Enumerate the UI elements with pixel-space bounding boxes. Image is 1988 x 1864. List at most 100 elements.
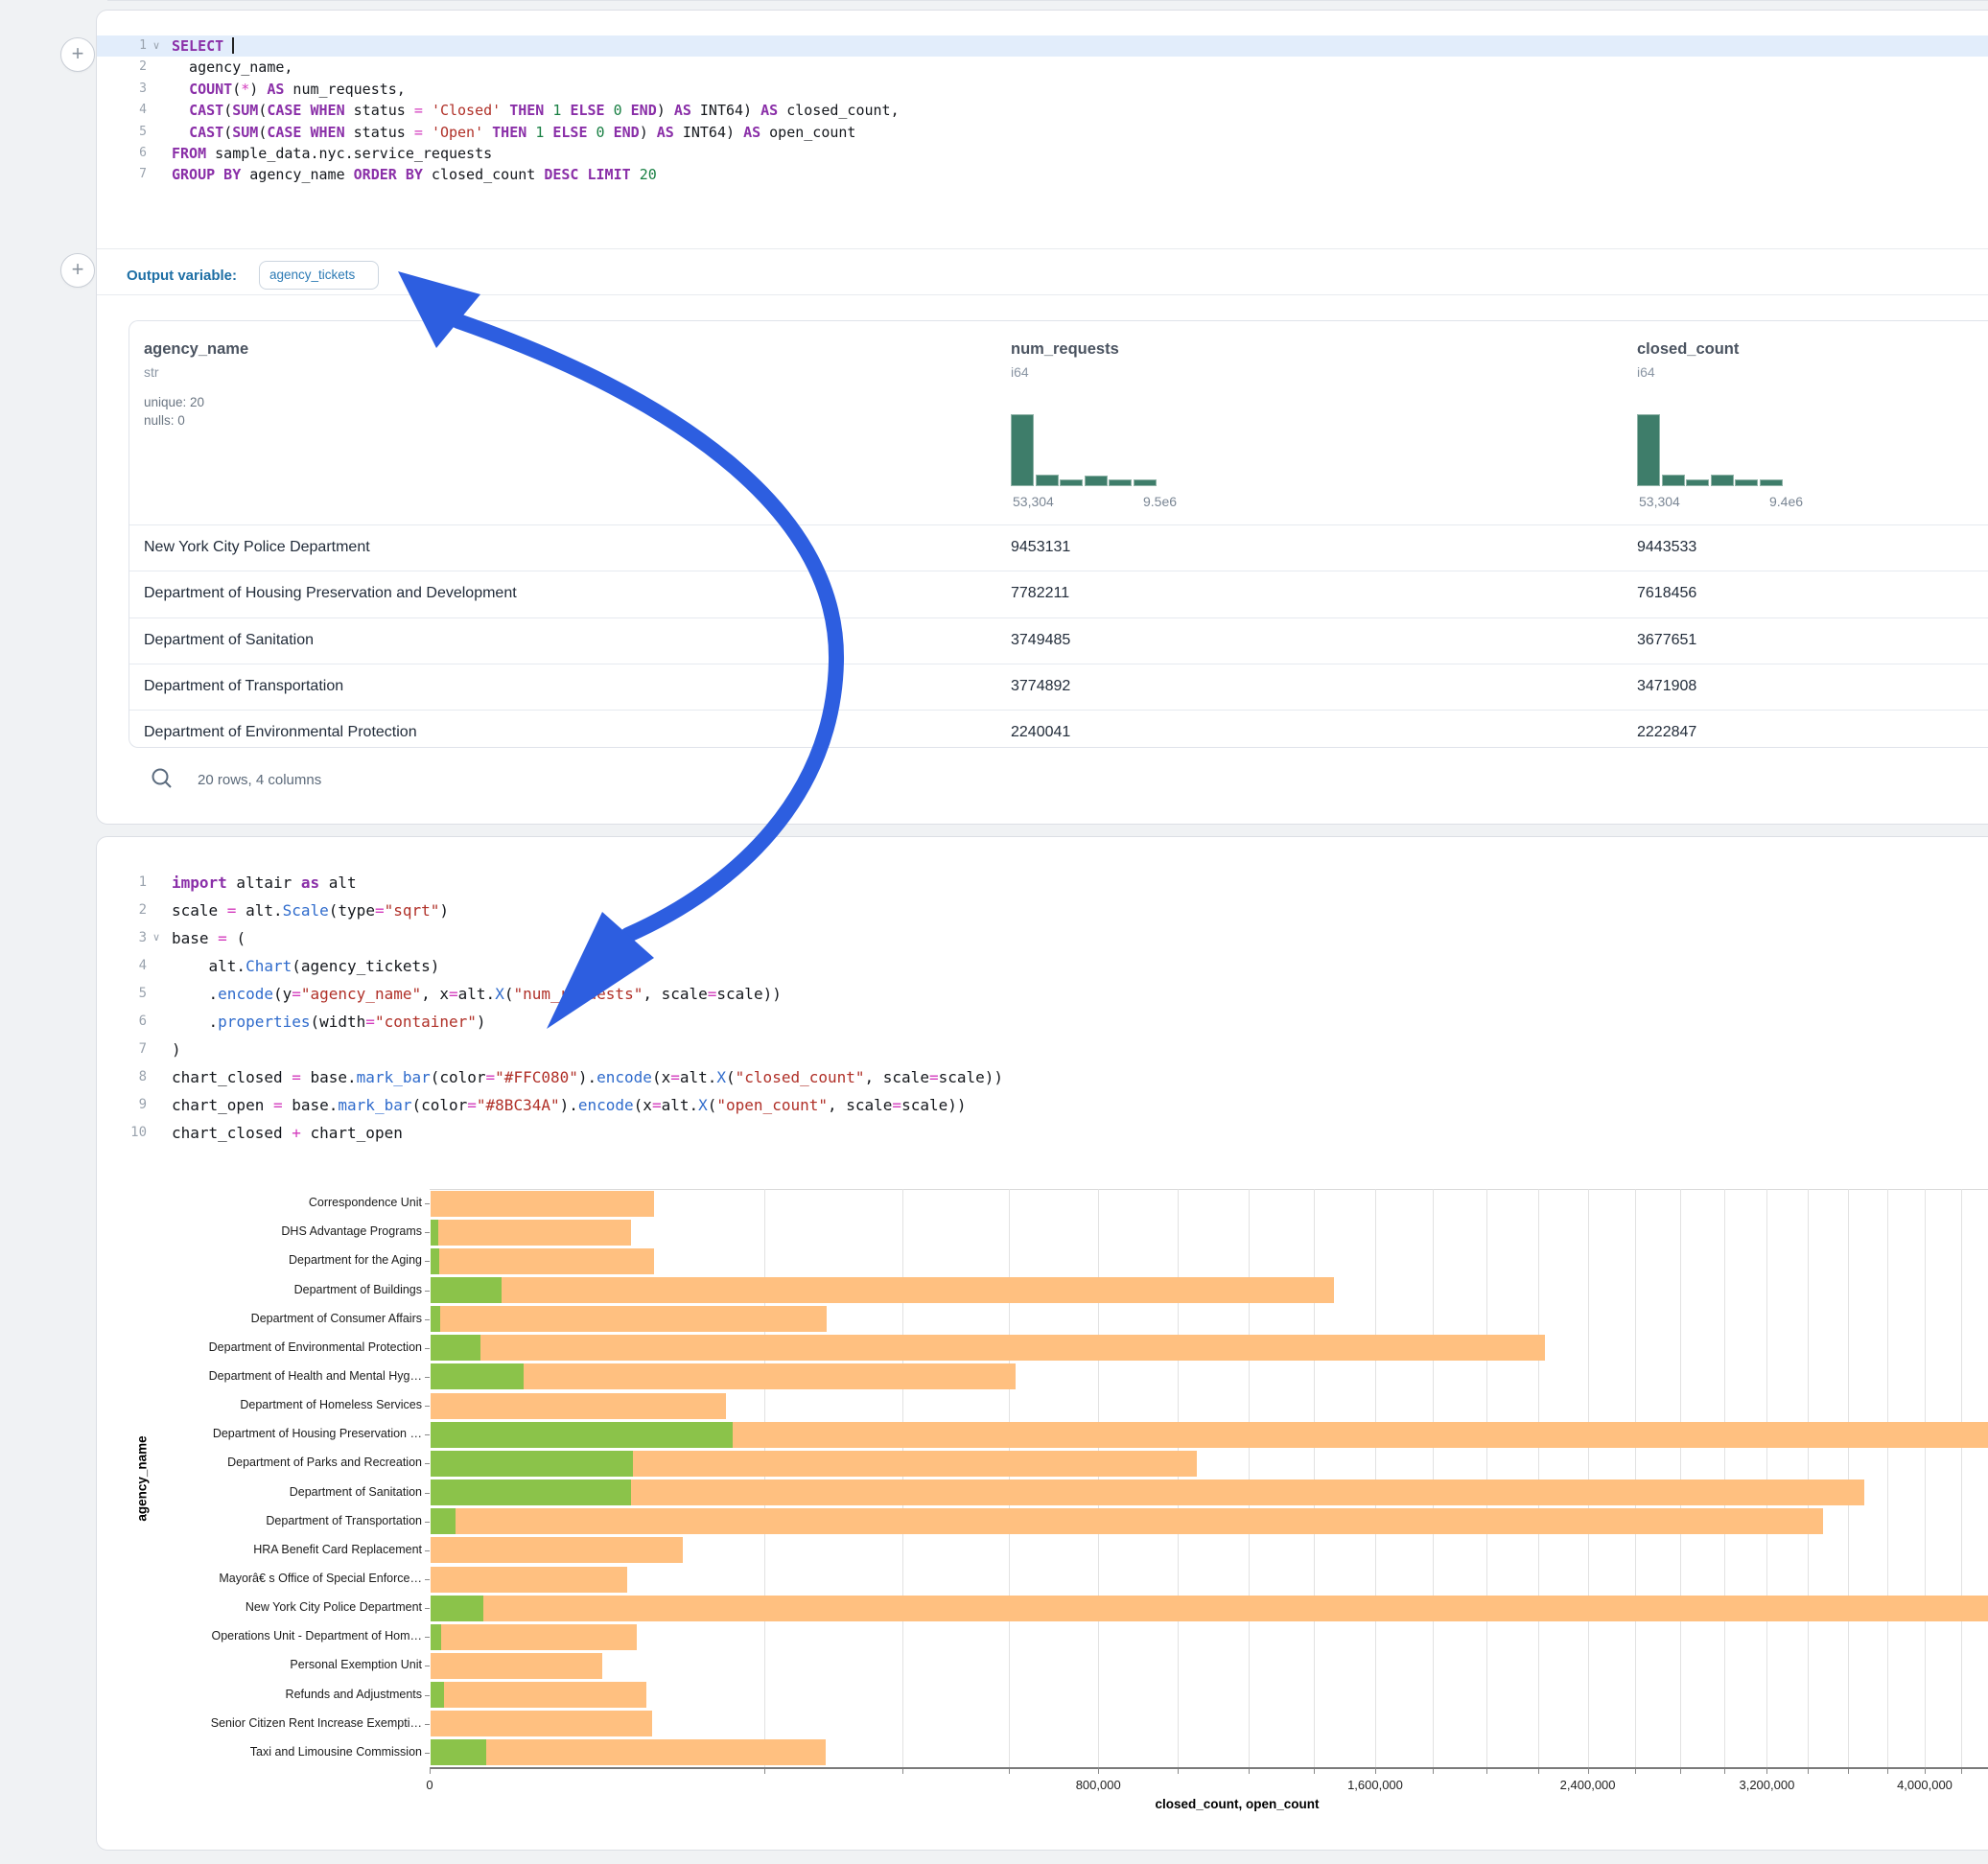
add-cell-button-top[interactable]: + <box>60 37 95 72</box>
collapse-chevron-icon[interactable]: ∨ <box>152 35 160 57</box>
code-token: COUNT <box>189 81 232 98</box>
column-header[interactable]: closed_counti64 <box>1637 340 1739 380</box>
code-line[interactable]: 9chart_open = base.mark_bar(color="#8BC3… <box>97 1091 1988 1119</box>
column-header[interactable]: agency_namestrunique: 20nulls: 0 <box>144 340 248 428</box>
code-token <box>622 102 631 119</box>
code-token <box>631 166 640 183</box>
code-text: chart_open = base.mark_bar(color="#8BC34… <box>172 1091 967 1119</box>
code-line[interactable]: 2 agency_name, <box>97 57 1988 78</box>
code-token: = <box>467 1096 477 1114</box>
column-header[interactable]: num_requestsi64 <box>1011 340 1119 380</box>
histogram-min-label: 53,304 <box>1639 494 1680 509</box>
search-icon[interactable] <box>150 766 175 791</box>
code-token: = <box>365 1013 375 1031</box>
code-line[interactable]: 6FROM sample_data.nyc.service_requests <box>97 143 1988 164</box>
code-token: alt. <box>458 985 496 1003</box>
divider <box>97 248 1988 249</box>
line-number: 5 <box>97 122 147 143</box>
code-token: AS <box>267 81 284 98</box>
line-number: 2 <box>97 57 147 78</box>
code-token: (agency_tickets) <box>292 957 439 975</box>
code-line[interactable]: 1∨SELECT <box>97 35 1988 57</box>
line-number: 3 <box>97 79 147 100</box>
code-token <box>483 124 492 141</box>
code-text: .properties(width="container") <box>172 1008 486 1036</box>
line-number: 10 <box>97 1119 147 1147</box>
code-line[interactable]: 10chart_closed + chart_open <box>97 1119 1988 1147</box>
code-token: = <box>708 985 717 1003</box>
table-cell: Department of Sanitation <box>144 632 314 649</box>
code-token: ( <box>708 1096 717 1114</box>
output-variable-badge[interactable]: agency_tickets <box>259 261 379 290</box>
code-token <box>588 124 596 141</box>
code-token: agency_name <box>241 166 353 183</box>
code-token: SUM <box>232 102 258 119</box>
table-shape-summary: 20 rows, 4 columns <box>198 772 321 788</box>
code-token: END <box>631 102 657 119</box>
code-line[interactable]: 1import altair as alt <box>97 869 1988 897</box>
code-token <box>223 37 232 55</box>
table-row[interactable]: Department of Transportation377489234719… <box>129 664 1988 711</box>
table-row[interactable]: New York City Police Department945313194… <box>129 524 1988 571</box>
code-token: = <box>292 1068 301 1086</box>
histogram-bar <box>1637 414 1660 486</box>
code-token: ORDER BY <box>354 166 423 183</box>
code-token: agency_name, <box>172 58 292 76</box>
histogram-bar <box>1134 479 1157 486</box>
add-cell-button-middle[interactable]: + <box>60 253 95 288</box>
code-token: 20 <box>640 166 657 183</box>
table-cell: Department of Environmental Protection <box>144 724 417 741</box>
code-token: THEN <box>492 124 526 141</box>
code-token <box>605 124 614 141</box>
code-text: SELECT <box>172 35 234 57</box>
code-line[interactable]: 7GROUP BY agency_name ORDER BY closed_co… <box>97 164 1988 185</box>
code-line[interactable]: 6 .properties(width="container") <box>97 1008 1988 1036</box>
python-editor[interactable]: 1import altair as alt2scale = alt.Scale(… <box>97 869 1988 1152</box>
code-line[interactable]: 5 .encode(y="agency_name", x=alt.X("num_… <box>97 980 1988 1008</box>
code-token: WHEN <box>311 124 345 141</box>
code-text: GROUP BY agency_name ORDER BY closed_cou… <box>172 164 657 185</box>
code-line[interactable]: 7) <box>97 1036 1988 1063</box>
code-token: X <box>698 1096 708 1114</box>
code-text: chart_closed = base.mark_bar(color="#FFC… <box>172 1063 1003 1091</box>
code-token: status <box>345 124 414 141</box>
table-row[interactable]: Department of Environmental Protection22… <box>129 710 1988 748</box>
column-stat: nulls: 0 <box>144 413 248 428</box>
code-token: * <box>241 81 249 98</box>
code-line[interactable]: 2scale = alt.Scale(type="sqrt") <box>97 897 1988 924</box>
code-token: chart_open <box>301 1124 403 1142</box>
code-token: Chart <box>246 957 292 975</box>
code-line[interactable]: 3 COUNT(*) AS num_requests, <box>97 79 1988 100</box>
code-line[interactable]: 4 alt.Chart(agency_tickets) <box>97 952 1988 980</box>
table-row[interactable]: Department of Housing Preservation and D… <box>129 571 1988 617</box>
code-line[interactable]: 8chart_closed = base.mark_bar(color="#FF… <box>97 1063 1988 1091</box>
code-token: . <box>172 985 218 1003</box>
code-token: base. <box>283 1096 339 1114</box>
collapse-chevron-icon[interactable]: ∨ <box>152 924 160 952</box>
code-token: altair <box>227 874 301 892</box>
code-token: "sqrt" <box>385 901 440 920</box>
table-row[interactable]: Department of Sanitation37494853677651 <box>129 617 1988 664</box>
histogram-bar <box>1735 479 1758 486</box>
code-token: ( <box>227 929 246 947</box>
table-cell: 7618456 <box>1637 585 1696 602</box>
code-line[interactable]: 3∨base = ( <box>97 924 1988 952</box>
histogram-bar <box>1760 479 1783 486</box>
code-token: 'Closed' <box>432 102 501 119</box>
code-line[interactable]: 4 CAST(SUM(CASE WHEN status = 'Closed' T… <box>97 100 1988 121</box>
line-number: 6 <box>97 143 147 164</box>
code-token: = <box>414 124 423 141</box>
code-token: ELSE <box>552 124 587 141</box>
code-line[interactable]: 5 CAST(SUM(CASE WHEN status = 'Open' THE… <box>97 122 1988 143</box>
table-cell: 3677651 <box>1637 632 1696 649</box>
histogram-bar <box>1109 479 1132 486</box>
previous-cell-edge <box>107 0 1988 1</box>
code-token: scale)) <box>716 985 781 1003</box>
code-text: base = ( <box>172 924 246 952</box>
sql-editor[interactable]: 1∨SELECT 2 agency_name,3 COUNT(*) AS num… <box>97 35 1988 248</box>
code-token: X <box>716 1068 726 1086</box>
code-token: SUM <box>232 124 258 141</box>
code-text: COUNT(*) AS num_requests, <box>172 79 406 100</box>
code-token: ) <box>657 102 674 119</box>
code-text: alt.Chart(agency_tickets) <box>172 952 439 980</box>
